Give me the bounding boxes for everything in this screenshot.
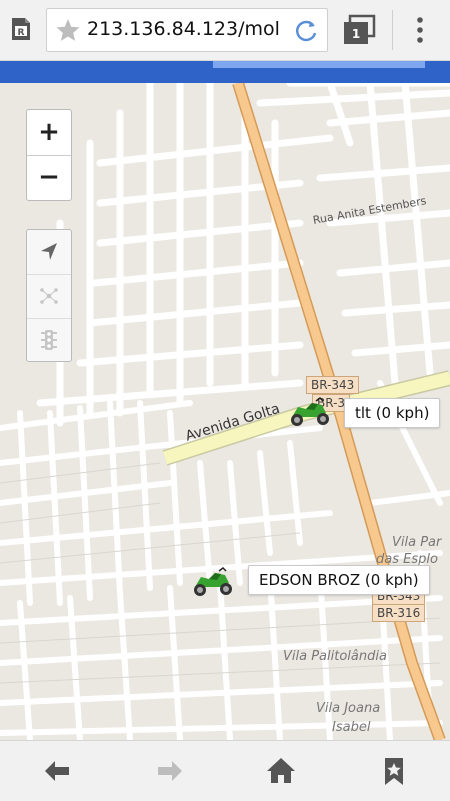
home-icon[interactable]: [265, 755, 297, 787]
tab-count: 1: [351, 27, 361, 41]
browser-toolbar: R 213.136.84.123/mol 1: [0, 0, 450, 61]
back-arrow-icon[interactable]: [41, 755, 73, 787]
vehicle-label[interactable]: EDSON BROZ (0 kph): [248, 565, 430, 595]
overflow-menu-icon[interactable]: [410, 14, 430, 46]
toolbar-divider: [392, 10, 393, 50]
locate-button[interactable]: [27, 230, 71, 275]
district-label-vila-joana: Vila Joana: [316, 701, 381, 716]
page-load-progress: [0, 61, 450, 83]
highway-shield-br316: BR-316: [372, 604, 426, 622]
cluster-icon: [40, 288, 58, 304]
district-label-vila-palitolandia: Vila Palitolândia: [283, 649, 387, 664]
district-label-vila-par: Vila Par: [392, 535, 442, 550]
zoom-out-button[interactable]: −: [27, 155, 71, 200]
motorcycle-marker-icon[interactable]: [288, 397, 332, 429]
svg-text:R: R: [18, 28, 25, 38]
traffic-button[interactable]: [27, 318, 71, 362]
navigation-arrow-icon: [41, 243, 57, 260]
motorcycle-marker-icon[interactable]: [191, 567, 235, 599]
reader-mode-icon[interactable]: R: [10, 17, 32, 41]
forward-arrow-icon[interactable]: [154, 755, 186, 787]
progress-fill: [213, 61, 425, 68]
url-text[interactable]: 213.136.84.123/mol: [87, 18, 295, 40]
map-view[interactable]: Avenida Golta Rua Anita Estembers BR-343…: [0, 83, 450, 740]
vehicle-label[interactable]: tlt (0 kph): [344, 398, 441, 428]
bookmarks-icon[interactable]: [378, 755, 410, 787]
bookmark-star-icon[interactable]: [55, 17, 81, 43]
reload-icon[interactable]: [293, 18, 319, 44]
district-label-isabel: Isabel: [332, 720, 371, 735]
cluster-button[interactable]: [27, 274, 71, 319]
address-bar[interactable]: 213.136.84.123/mol: [46, 8, 328, 52]
browser-bottom-bar: [0, 740, 450, 801]
map-tools-panel: [26, 229, 72, 362]
zoom-in-button[interactable]: +: [27, 110, 71, 156]
zoom-control: + −: [26, 109, 72, 201]
highway-shield-br343-top: BR-343: [306, 376, 360, 394]
traffic-light-icon: [41, 330, 57, 350]
tabs-button[interactable]: 1: [342, 14, 378, 46]
